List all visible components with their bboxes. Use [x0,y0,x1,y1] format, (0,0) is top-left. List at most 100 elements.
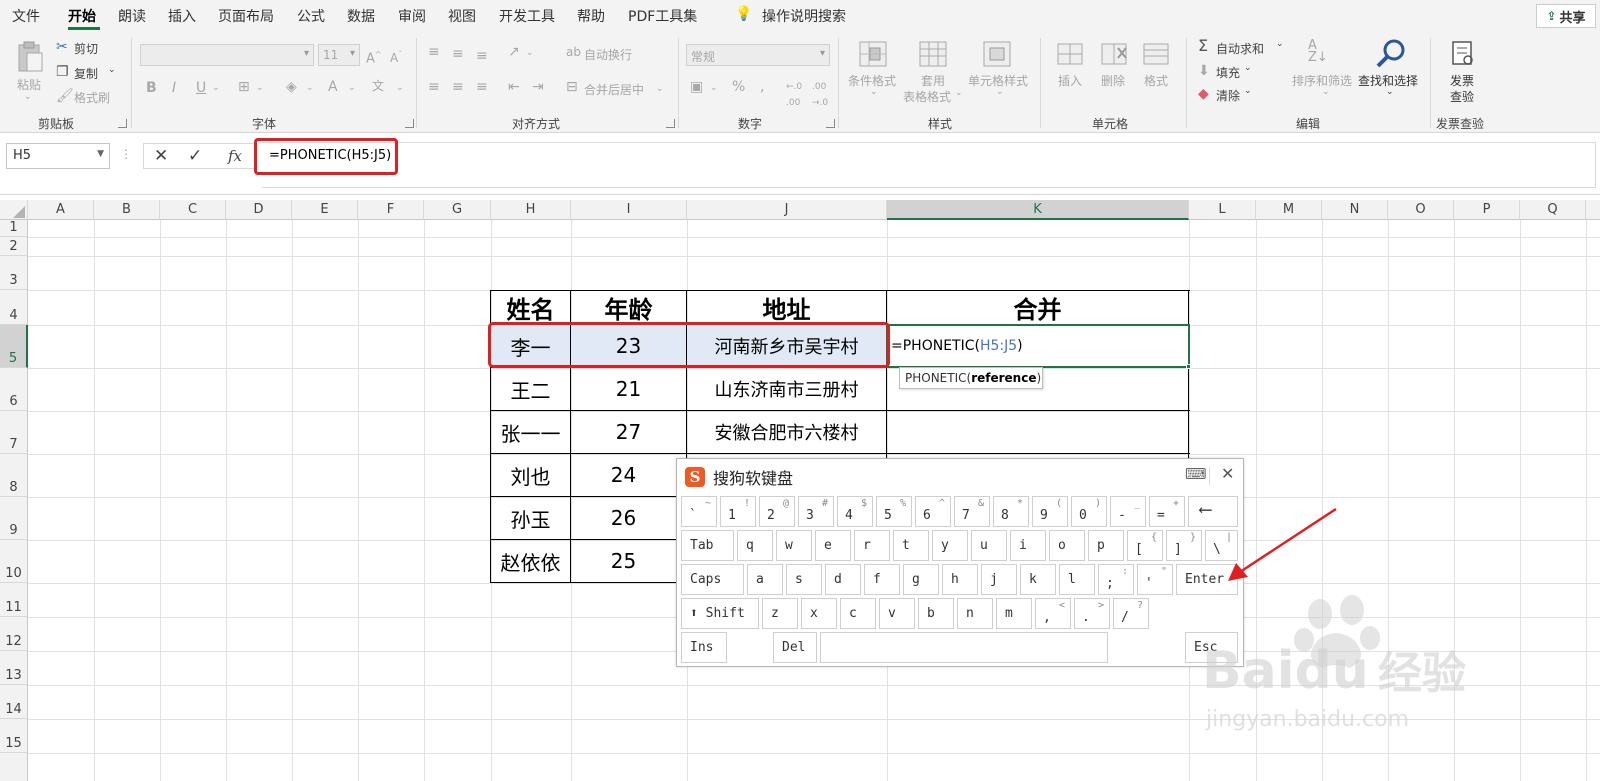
invoice-button-line2[interactable]: 查验 [1450,88,1474,105]
column-header-d[interactable]: D [226,200,292,220]
chevron-down-icon[interactable]: ⌄ [710,80,718,96]
key-b[interactable]: b [918,598,954,629]
key-x[interactable]: x [801,598,837,629]
italic-icon[interactable]: I [172,80,176,96]
share-button[interactable]: ⇪ 共享 [1536,4,1596,28]
key-h[interactable]: h [942,564,978,595]
row-header-7[interactable]: 7 [0,411,28,454]
key-n[interactable]: n [957,598,993,629]
chevron-down-icon[interactable]: ⌄ [870,87,878,97]
column-header-n[interactable]: N [1322,200,1388,220]
column-header-o[interactable]: O [1388,200,1454,220]
comma-style-icon[interactable]: , [760,79,764,95]
table-cell-age[interactable]: 27 [571,411,686,453]
key-s[interactable]: s [786,564,822,595]
dialog-launcher-icon[interactable] [826,119,835,128]
table-cell-name[interactable]: 刘也 [491,454,570,496]
header-cell-name[interactable]: 姓名 [491,291,570,324]
cut-button[interactable]: 剪切 [74,40,98,57]
key-enter[interactable]: Enter [1176,564,1238,595]
key-t[interactable]: t [893,530,929,561]
insert-function-icon[interactable]: fx [228,147,242,165]
keyboard-titlebar[interactable]: S 搜狗软键盘 [685,466,793,488]
format-painter-button[interactable]: 格式刷 [74,89,110,106]
key-v[interactable]: v [879,598,915,629]
key-5[interactable]: 5% [876,496,912,527]
row-header-9[interactable]: 9 [0,497,28,540]
key-ins[interactable]: Ins [681,632,727,663]
key-8[interactable]: 8 * [993,496,1029,527]
chevron-down-icon[interactable]: ⌄ [348,80,356,96]
tab-review[interactable]: 审阅 [398,6,426,26]
key-q[interactable]: q [737,530,773,561]
formula-input[interactable]: =PHONETIC(H5:J5) [262,142,1596,188]
key-semicolon[interactable]: ;: [1098,564,1134,595]
key-caps[interactable]: Caps [681,564,744,595]
font-color-icon[interactable]: A [328,79,338,95]
key-slash[interactable]: /? [1113,598,1149,629]
align-left-icon[interactable]: ≡ [428,79,440,95]
autosum-button[interactable]: 自动求和 [1216,40,1264,57]
tab-formulas[interactable]: 公式 [297,6,325,26]
align-bottom-icon[interactable]: ≡ [476,48,488,64]
column-header-a[interactable]: A [28,200,94,220]
row-header-12[interactable]: 12 [0,617,28,651]
row-header-11[interactable]: 11 [0,583,28,617]
name-box[interactable]: H5 ▼ [6,143,110,169]
table-cell-address[interactable]: 安徽合肥市六楼村 [687,411,886,453]
phonetic-guide-icon[interactable]: 文 [372,78,384,94]
row-header-4[interactable]: 4 [0,290,28,325]
table-cell-age[interactable]: 26 [571,497,676,539]
cancel-icon[interactable]: ✕ [154,146,168,166]
key-esc[interactable]: Esc [1185,632,1238,663]
clear-button[interactable]: 清除 [1216,87,1240,104]
row-header-3[interactable]: 3 [0,256,28,290]
paste-button[interactable]: 粘贴 ⌄ [12,38,48,108]
delete-cells-button[interactable]: 删除 [1101,72,1125,89]
key-9[interactable]: 9( [1032,496,1068,527]
key-p[interactable]: p [1088,530,1124,561]
underline-icon[interactable]: U [196,80,206,96]
tab-data[interactable]: 数据 [347,6,375,26]
key-w[interactable]: w [776,530,812,561]
key-left-bracket[interactable]: [{ [1127,530,1163,561]
row-header-10[interactable]: 10 [0,540,28,583]
key-backspace[interactable]: ⟵ [1188,496,1238,527]
format-cells-button[interactable]: 格式 [1144,72,1168,89]
decrease-font-icon[interactable]: Aˇ [390,47,402,66]
fill-color-icon[interactable]: ◈ [286,79,297,95]
column-header-p[interactable]: P [1454,200,1520,220]
row-header-6[interactable]: 6 [0,368,28,411]
bold-icon[interactable]: B [146,80,157,96]
tab-help[interactable]: 帮助 [577,6,605,26]
invoice-button-line1[interactable]: 发票 [1450,72,1474,89]
tab-view[interactable]: 视图 [448,6,476,26]
wrap-text-button[interactable]: 自动换行 [584,46,632,63]
accounting-format-icon[interactable]: ▣ [690,79,703,95]
fill-button[interactable]: 填充 [1216,64,1240,81]
key-3[interactable]: 3 # [798,496,834,527]
key-backtick[interactable]: ` ~ [681,496,717,527]
dialog-launcher-icon[interactable] [666,119,675,128]
table-cell-name[interactable]: 赵依依 [491,540,570,582]
format-as-table-label-2[interactable]: 表格格式 [903,88,951,105]
chevron-down-icon[interactable]: ⌄ [1322,87,1330,97]
row-header-8[interactable]: 8 [0,454,28,497]
enter-check-icon[interactable]: ✓ [188,146,202,166]
increase-indent-icon[interactable]: ⇥ [532,79,544,95]
tab-developer[interactable]: 开发工具 [499,6,555,26]
column-header-c[interactable]: C [160,200,226,220]
chevron-down-icon[interactable]: ⌄ [396,80,404,96]
column-header-l[interactable]: L [1189,200,1256,220]
row-header-1[interactable]: 1 [0,220,28,237]
decrease-indent-icon[interactable]: ⇤ [508,79,520,95]
row-header-15[interactable]: 15 [0,719,28,753]
row-header-5[interactable]: 5 [0,325,28,368]
close-icon[interactable]: ✕ [1221,464,1234,483]
tab-pdf-tools[interactable]: PDF工具集 [628,6,697,26]
tab-insert[interactable]: 插入 [168,6,196,26]
chevron-down-icon[interactable]: ⌄ [1244,86,1252,96]
key-0[interactable]: 0) [1071,496,1107,527]
align-center-icon[interactable]: ≡ [452,79,464,95]
key-2[interactable]: 2 @ [759,496,795,527]
